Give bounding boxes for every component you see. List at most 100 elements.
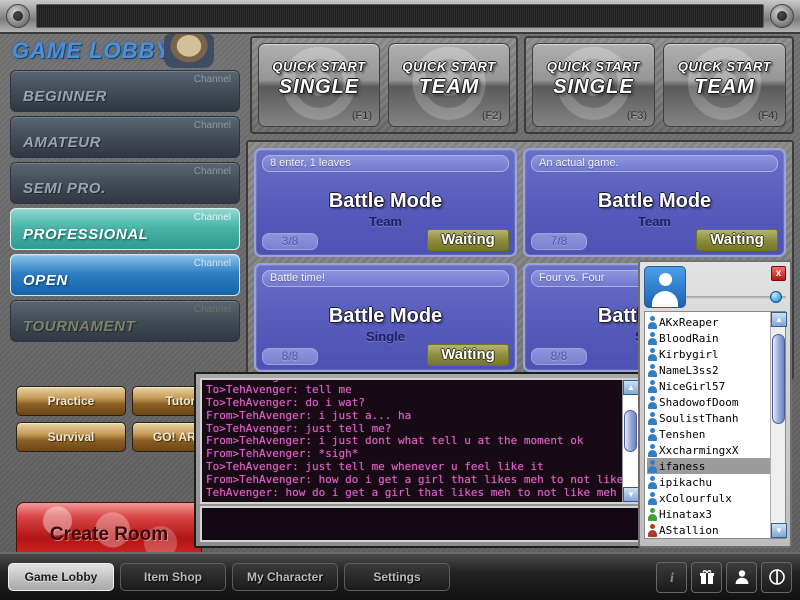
channel-name: Professional (23, 226, 149, 243)
user-name: BloodRain (659, 331, 719, 345)
list-item[interactable]: NiceGirl57 (647, 378, 770, 394)
tab-game-lobby[interactable]: Game Lobby (8, 563, 114, 591)
quickstart-line2: Single (278, 76, 360, 98)
sidebar-item-semi-pro[interactable]: Channel Semi Pro. (10, 162, 240, 204)
chat-line: From>TehAvenger: i just a... ha (206, 408, 412, 422)
chat-window: From>TehAvenger: do u...... nvm *sigh*To… (194, 372, 646, 548)
bottom-navigation-bar: Game Lobby Item Shop My Character Settin… (0, 552, 800, 600)
user-name: SoulistThanh (659, 411, 739, 425)
chat-line: TehAvenger: how do i get a girl that lik… (206, 486, 622, 500)
gift-icon[interactable] (691, 561, 722, 593)
channel-sub-label: Channel (193, 258, 231, 269)
info-icon[interactable]: i (656, 561, 687, 593)
chat-input[interactable] (200, 506, 640, 542)
list-item[interactable]: xColourfulx (647, 490, 770, 506)
quickstart-line1: Quick Start (402, 59, 496, 74)
user-status-icon (648, 523, 657, 537)
list-item[interactable]: BloodRain (647, 330, 770, 346)
sidebar-item-amateur[interactable]: Channel Amateur (10, 116, 240, 158)
friends-scroll-thumb[interactable] (772, 334, 785, 424)
room-player-count: 3/8 (262, 233, 318, 250)
practice-button[interactable]: Practice (16, 386, 126, 416)
list-item[interactable]: XxcharmingxX (647, 442, 770, 458)
user-name: AKxReaper (659, 315, 719, 329)
list-item[interactable]: ShadowofDoom (647, 394, 770, 410)
channel-list: Channel Beginner Channel Amateur Channel… (6, 70, 244, 342)
user-name: Tenshen (659, 427, 706, 441)
room-status-badge: Waiting (696, 229, 778, 251)
user-name: NameL3ss2 (659, 363, 719, 377)
quickstart-hotkey: (F1) (351, 110, 372, 122)
room-mode: Battle Mode (328, 190, 443, 212)
quickstart-hotkey: (F3) (626, 110, 647, 122)
channel-sub-label: Channel (193, 74, 231, 85)
quick-start-team-f4-button[interactable]: Quick Start Team (F4) (663, 43, 786, 127)
chat-scroll-up-button[interactable]: ▲ (623, 380, 639, 395)
sidebar-item-tournament[interactable]: Channel Tournament (10, 300, 240, 342)
svg-text:i: i (670, 571, 674, 586)
friends-scroll-down-button[interactable]: ▼ (771, 523, 787, 538)
quickstart-line1: Quick Start (546, 59, 641, 74)
quick-start-single-f3-button[interactable]: Quick Start Single (F3) (532, 43, 655, 127)
channel-name: Open (23, 272, 68, 289)
friends-list-window: x AKxReaper BloodRain Kirbygirl NameL3ss2 Ni… (638, 260, 792, 548)
room-player-count: 7/8 (531, 233, 587, 250)
room-title: 8 enter, 1 leaves (262, 155, 509, 172)
mascot-avatar (164, 34, 214, 68)
sidebar-item-open[interactable]: Channel Open (10, 254, 240, 296)
list-item[interactable]: Hinatax3 (647, 506, 770, 522)
user-status-icon (648, 347, 657, 361)
friends-scrollbar[interactable]: ▲ ▼ (770, 312, 787, 538)
list-item[interactable]: ipikachu (647, 474, 770, 490)
survival-button[interactable]: Survival (16, 422, 126, 452)
quickstart-hotkey: (F2) (481, 110, 502, 122)
chat-scrollbar[interactable]: ▲ ▼ (622, 380, 639, 502)
close-icon[interactable]: x (771, 266, 786, 281)
room-card[interactable]: Battle time! Battle Mode Single 8/8 Wait… (254, 263, 517, 372)
quick-start-single-f1-button[interactable]: Quick Start Single (F1) (258, 43, 380, 127)
list-item[interactable]: NameL3ss2 (647, 362, 770, 378)
room-title: An actual game. (531, 155, 778, 172)
room-submode: Team (369, 214, 402, 229)
person-icon[interactable] (726, 561, 757, 593)
friends-list-panel: AKxReaper BloodRain Kirbygirl NameL3ss2 Nice… (644, 311, 787, 539)
person-icon (644, 266, 686, 308)
chat-log: From>TehAvenger: do u...... nvm *sigh*To… (202, 380, 622, 502)
game-lobby-app: GAME LOBBY Channel Beginner Channel Amat… (0, 0, 800, 600)
user-status-icon (648, 379, 657, 393)
chat-scroll-down-button[interactable]: ▼ (623, 487, 639, 502)
slider-knob[interactable] (770, 291, 782, 303)
list-item[interactable]: AKxReaper (647, 314, 770, 330)
power-icon[interactable] (761, 561, 792, 593)
list-item[interactable]: Tenshen (647, 426, 770, 442)
sidebar-item-professional[interactable]: Channel Professional (10, 208, 240, 250)
room-card[interactable]: 8 enter, 1 leaves Battle Mode Team 3/8 W… (254, 148, 517, 257)
list-item[interactable]: AStallion (647, 522, 770, 538)
sidebar-item-beginner[interactable]: Channel Beginner (10, 70, 240, 112)
user-status-icon (648, 491, 657, 505)
system-icons: i (656, 561, 792, 593)
quickstart-group-right: Quick Start Single (F3) Quick Start Team… (524, 36, 794, 134)
quick-start-team-f2-button[interactable]: Quick Start Team (F2) (388, 43, 510, 127)
user-name: Kirbygirl (659, 347, 719, 361)
channel-sub-label: Channel (193, 120, 231, 131)
room-player-count: 8/8 (262, 348, 318, 365)
user-name: AStallion (659, 523, 719, 537)
list-item[interactable]: SoulistThanh (647, 410, 770, 426)
room-mode: Battle Mode (597, 190, 712, 212)
tab-my-character[interactable]: My Character (232, 563, 338, 591)
tab-settings[interactable]: Settings (344, 563, 450, 591)
chat-scroll-thumb[interactable] (624, 410, 637, 452)
quickstart-line1: Quick Start (272, 59, 366, 74)
user-name: ipikachu (659, 475, 712, 489)
list-item[interactable]: Kirbygirl (647, 346, 770, 362)
user-status-icon (648, 395, 657, 409)
friends-opacity-slider[interactable] (686, 291, 786, 303)
list-item[interactable]: ifaness (647, 458, 770, 474)
room-mode: Battle Mode (328, 305, 443, 327)
channel-name: Semi Pro. (23, 180, 106, 197)
friends-scroll-up-button[interactable]: ▲ (771, 312, 787, 327)
window-titlebar (0, 0, 800, 34)
room-card[interactable]: An actual game. Battle Mode Team 7/8 Wai… (523, 148, 786, 257)
tab-item-shop[interactable]: Item Shop (120, 563, 226, 591)
